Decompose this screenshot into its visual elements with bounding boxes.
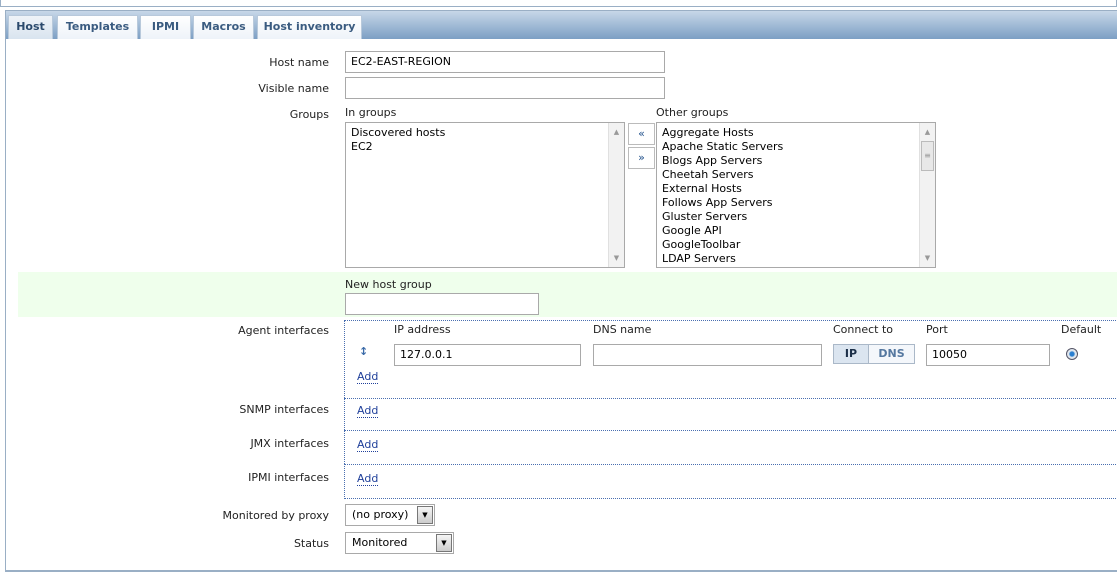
col-port: Port: [926, 323, 948, 336]
list-item[interactable]: Aggregate Hosts: [662, 126, 930, 140]
list-item[interactable]: Cheetah Servers: [662, 168, 930, 182]
tab-bar: Host Templates IPMI Macros Host inventor…: [6, 11, 1117, 39]
top-panel: [0, 0, 1117, 7]
list-item[interactable]: Discovered hosts: [351, 126, 619, 140]
tab-macros[interactable]: Macros: [193, 15, 254, 39]
drag-handle-icon[interactable]: ↕: [359, 345, 368, 358]
dns-input[interactable]: [593, 344, 822, 366]
list-item[interactable]: LDAP Servers: [662, 252, 930, 266]
agent-interfaces-label: Agent interfaces: [238, 324, 329, 337]
col-ip: IP address: [394, 323, 451, 336]
chevron-down-icon: ▼: [417, 506, 433, 524]
visible-name-label: Visible name: [258, 82, 329, 95]
status-select[interactable]: Monitored ▼: [345, 532, 454, 554]
list-item[interactable]: EC2: [351, 140, 619, 154]
connect-ip-button[interactable]: IP: [834, 345, 869, 363]
in-groups-label: In groups: [345, 106, 397, 119]
host-name-input[interactable]: EC2-EAST-REGION: [345, 51, 665, 73]
ipmi-interfaces-box: [344, 464, 1117, 499]
in-groups-list[interactable]: Discovered hosts EC2 ▲ ▼: [345, 122, 625, 268]
col-connect: Connect to: [833, 323, 894, 336]
groups-label: Groups: [289, 108, 329, 121]
list-item[interactable]: Follows App Servers: [662, 196, 930, 210]
jmx-interfaces-label: JMX interfaces: [250, 437, 329, 450]
list-item[interactable]: GoogleToolbar: [662, 238, 930, 252]
jmx-interfaces-box: [344, 430, 1117, 464]
port-input[interactable]: 10050: [926, 344, 1050, 366]
snmp-add-link[interactable]: Add: [357, 405, 379, 418]
list-item[interactable]: Gluster Servers: [662, 210, 930, 224]
ipmi-interfaces-label: IPMI interfaces: [248, 471, 329, 484]
new-group-label: New host group: [345, 278, 432, 291]
list-item[interactable]: Google API: [662, 224, 930, 238]
col-default: Default: [1061, 323, 1102, 336]
ip-input[interactable]: 127.0.0.1: [394, 344, 581, 366]
connect-to-toggle: IP DNS: [833, 344, 915, 364]
move-left-button[interactable]: «: [628, 123, 655, 145]
list-item[interactable]: External Hosts: [662, 182, 930, 196]
other-groups-label: Other groups: [656, 106, 729, 119]
proxy-label: Monitored by proxy: [222, 509, 329, 522]
list-item[interactable]: Apache Static Servers: [662, 140, 930, 154]
tab-host[interactable]: Host: [8, 15, 53, 39]
chevron-down-icon: ▼: [436, 534, 452, 552]
col-dns: DNS name: [593, 323, 652, 336]
connect-dns-button[interactable]: DNS: [869, 345, 914, 363]
status-label: Status: [293, 537, 329, 550]
new-group-input[interactable]: [345, 293, 539, 315]
snmp-interfaces-label: SNMP interfaces: [239, 403, 329, 416]
ipmi-add-link[interactable]: Add: [357, 473, 379, 486]
proxy-select[interactable]: (no proxy) ▼: [345, 504, 435, 526]
status-value: Monitored: [352, 536, 408, 549]
move-right-button[interactable]: »: [628, 147, 655, 169]
new-group-row: [18, 272, 1117, 317]
jmx-add-link[interactable]: Add: [357, 439, 379, 452]
host-name-label: Host name: [269, 56, 329, 69]
default-radio[interactable]: [1066, 348, 1078, 360]
list-item[interactable]: Blogs App Servers: [662, 154, 930, 168]
tab-ipmi[interactable]: IPMI: [140, 15, 191, 39]
proxy-value: (no proxy): [352, 508, 409, 521]
tab-templates[interactable]: Templates: [57, 15, 138, 39]
scrollbar[interactable]: ▲ ≡ ▼: [919, 123, 935, 267]
visible-name-input[interactable]: [345, 77, 665, 99]
snmp-interfaces-box: [344, 398, 1117, 430]
agent-add-link[interactable]: Add: [357, 371, 379, 384]
tab-host-inventory[interactable]: Host inventory: [257, 15, 362, 39]
scrollbar[interactable]: ▲ ▼: [608, 123, 624, 267]
other-groups-list[interactable]: Aggregate Hosts Apache Static Servers Bl…: [656, 122, 936, 268]
